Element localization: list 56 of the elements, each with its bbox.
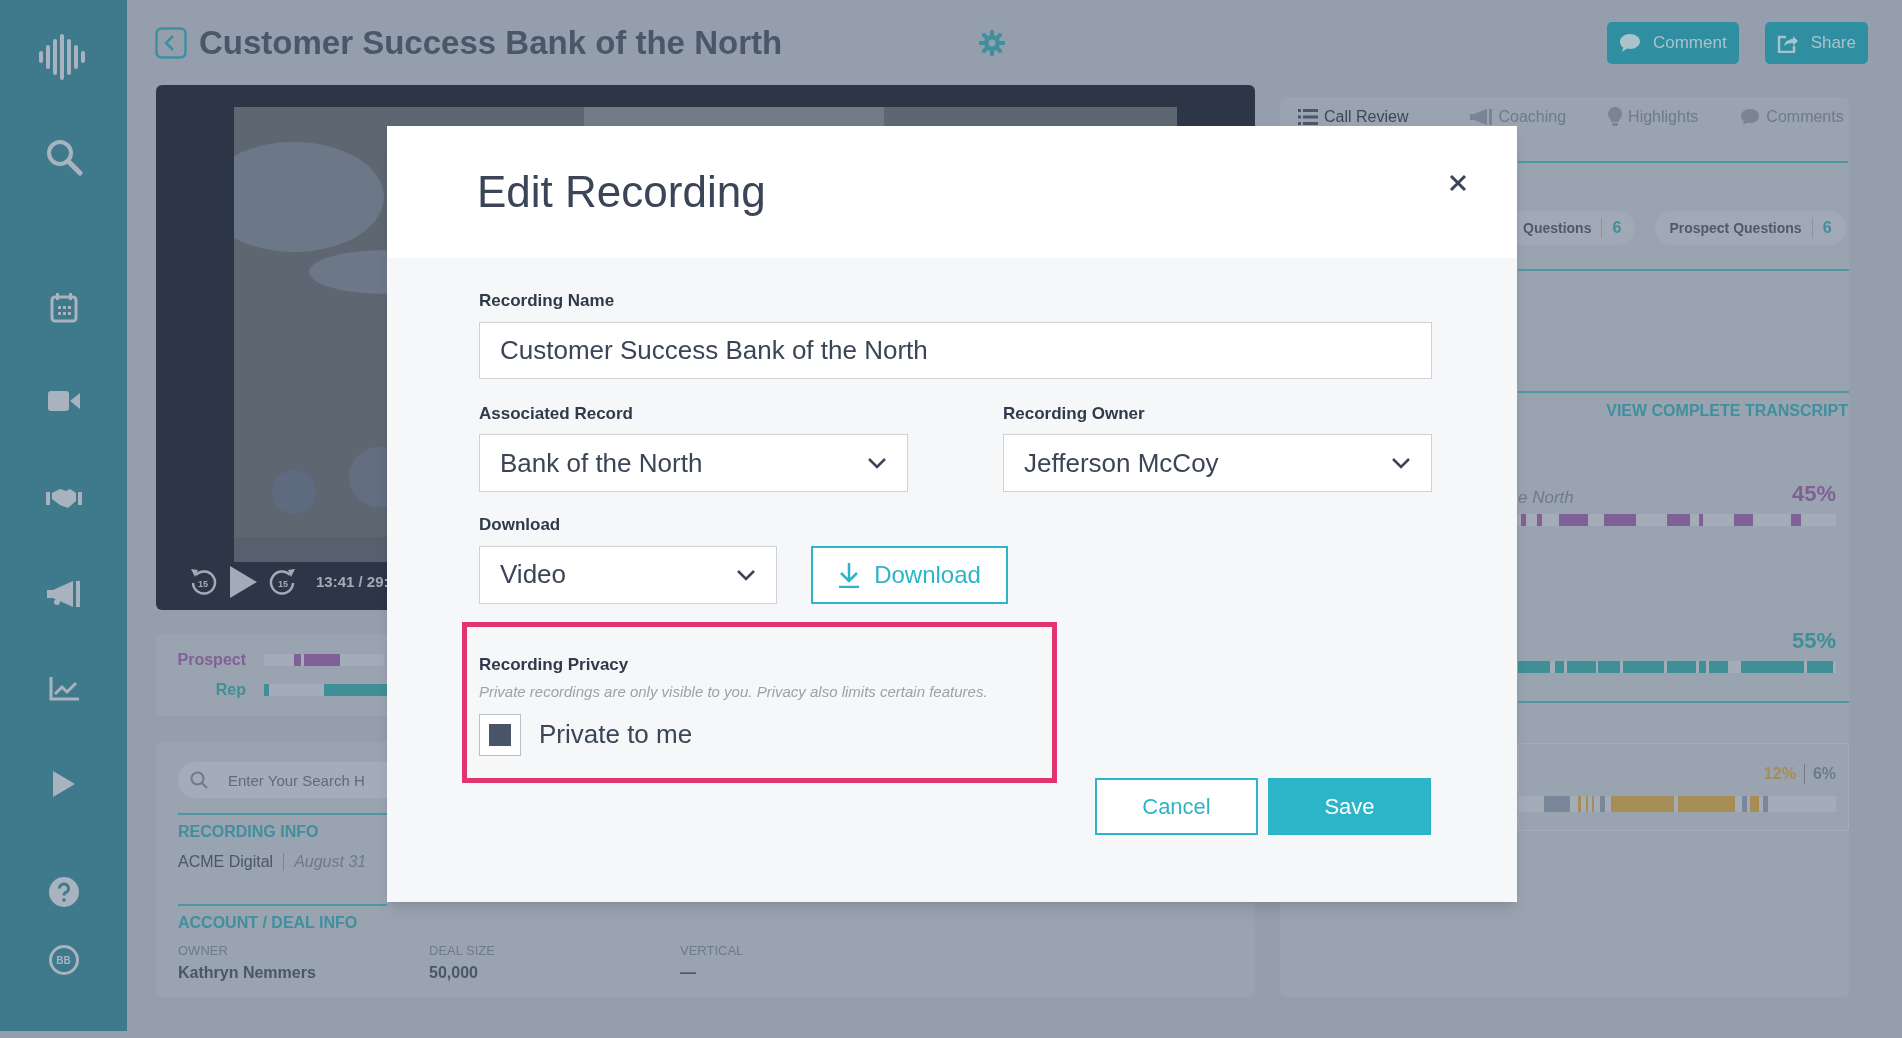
search-field[interactable]: Enter Your Search H (178, 762, 387, 798)
chart-icon[interactable] (48, 677, 79, 701)
lightbulb-icon (1608, 107, 1623, 127)
page-title: Customer Success Bank of the North (199, 22, 784, 63)
speaker-label: Rep (214, 680, 246, 700)
save-button[interactable]: Save (1268, 777, 1431, 835)
field-label: Recording Name (479, 290, 616, 312)
field-label: Download (479, 514, 562, 536)
field-label: Recording Owner (1003, 402, 1146, 425)
checkbox[interactable] (479, 713, 521, 756)
playback-time: 13:41 / 29: (316, 571, 389, 592)
company-name: ACME Digital (178, 852, 274, 872)
speech-bubble-icon (1618, 32, 1641, 53)
calendar-icon[interactable] (49, 293, 78, 323)
recording-name-field[interactable]: Customer Success Bank of the North (479, 321, 1432, 379)
chevron-down-icon (1391, 457, 1411, 469)
talk-percent: 45% (1791, 480, 1836, 508)
question-chip[interactable]: Prospect Questions 6 (1655, 211, 1846, 245)
megaphone-icon[interactable] (46, 581, 81, 607)
field-value: 50,000 (429, 962, 479, 983)
list-icon (1298, 109, 1318, 125)
associated-record-dropdown[interactable]: Bank of the North (479, 434, 908, 492)
field-value: Kathryn Nemmers (178, 962, 317, 983)
speech-bubble-icon (1740, 108, 1761, 126)
search-icon[interactable] (44, 138, 83, 176)
positive-percent: 12% (1763, 764, 1796, 784)
download-format-dropdown[interactable]: Video (479, 545, 777, 604)
download-icon (838, 561, 861, 588)
video-camera-icon[interactable] (47, 391, 80, 411)
section-heading: RECORDING INFO (178, 822, 319, 842)
chevron-down-icon (736, 568, 756, 581)
speaker-label: Prospect (176, 650, 246, 670)
share-button[interactable]: Share (1764, 21, 1868, 64)
privacy-description: Private recordings are only visible to you. Privacy also limits certain features. (479, 682, 989, 702)
section-heading: ACCOUNT / DEAL INFO (178, 913, 358, 933)
cancel-button[interactable]: Cancel (1095, 777, 1258, 835)
back-icon[interactable] (155, 26, 187, 59)
comment-button[interactable]: Comment (1606, 21, 1739, 64)
download-button[interactable]: Download (811, 545, 1008, 604)
chevron-down-icon (867, 457, 887, 469)
talk-percent: 55% (1791, 627, 1836, 655)
checkbox-label[interactable]: Private to me (539, 715, 693, 754)
section-heading: Recording Privacy (479, 653, 630, 676)
play-icon[interactable] (228, 565, 258, 599)
question-chip[interactable]: Questions 6 (1518, 211, 1636, 245)
field-label: Associated Record (479, 402, 634, 425)
help-icon[interactable] (48, 877, 79, 907)
user-avatar[interactable]: BB (48, 945, 79, 975)
field-value: — (680, 962, 697, 983)
recording-owner-dropdown[interactable]: Jefferson McCoy (1003, 434, 1432, 492)
tab[interactable]: Call Review (1298, 105, 1409, 129)
play-icon[interactable] (52, 771, 75, 797)
search-icon (190, 771, 208, 789)
close-icon[interactable] (1449, 174, 1467, 192)
dialog-title: Edit Recording (477, 166, 767, 218)
megaphone-icon (1470, 109, 1493, 125)
